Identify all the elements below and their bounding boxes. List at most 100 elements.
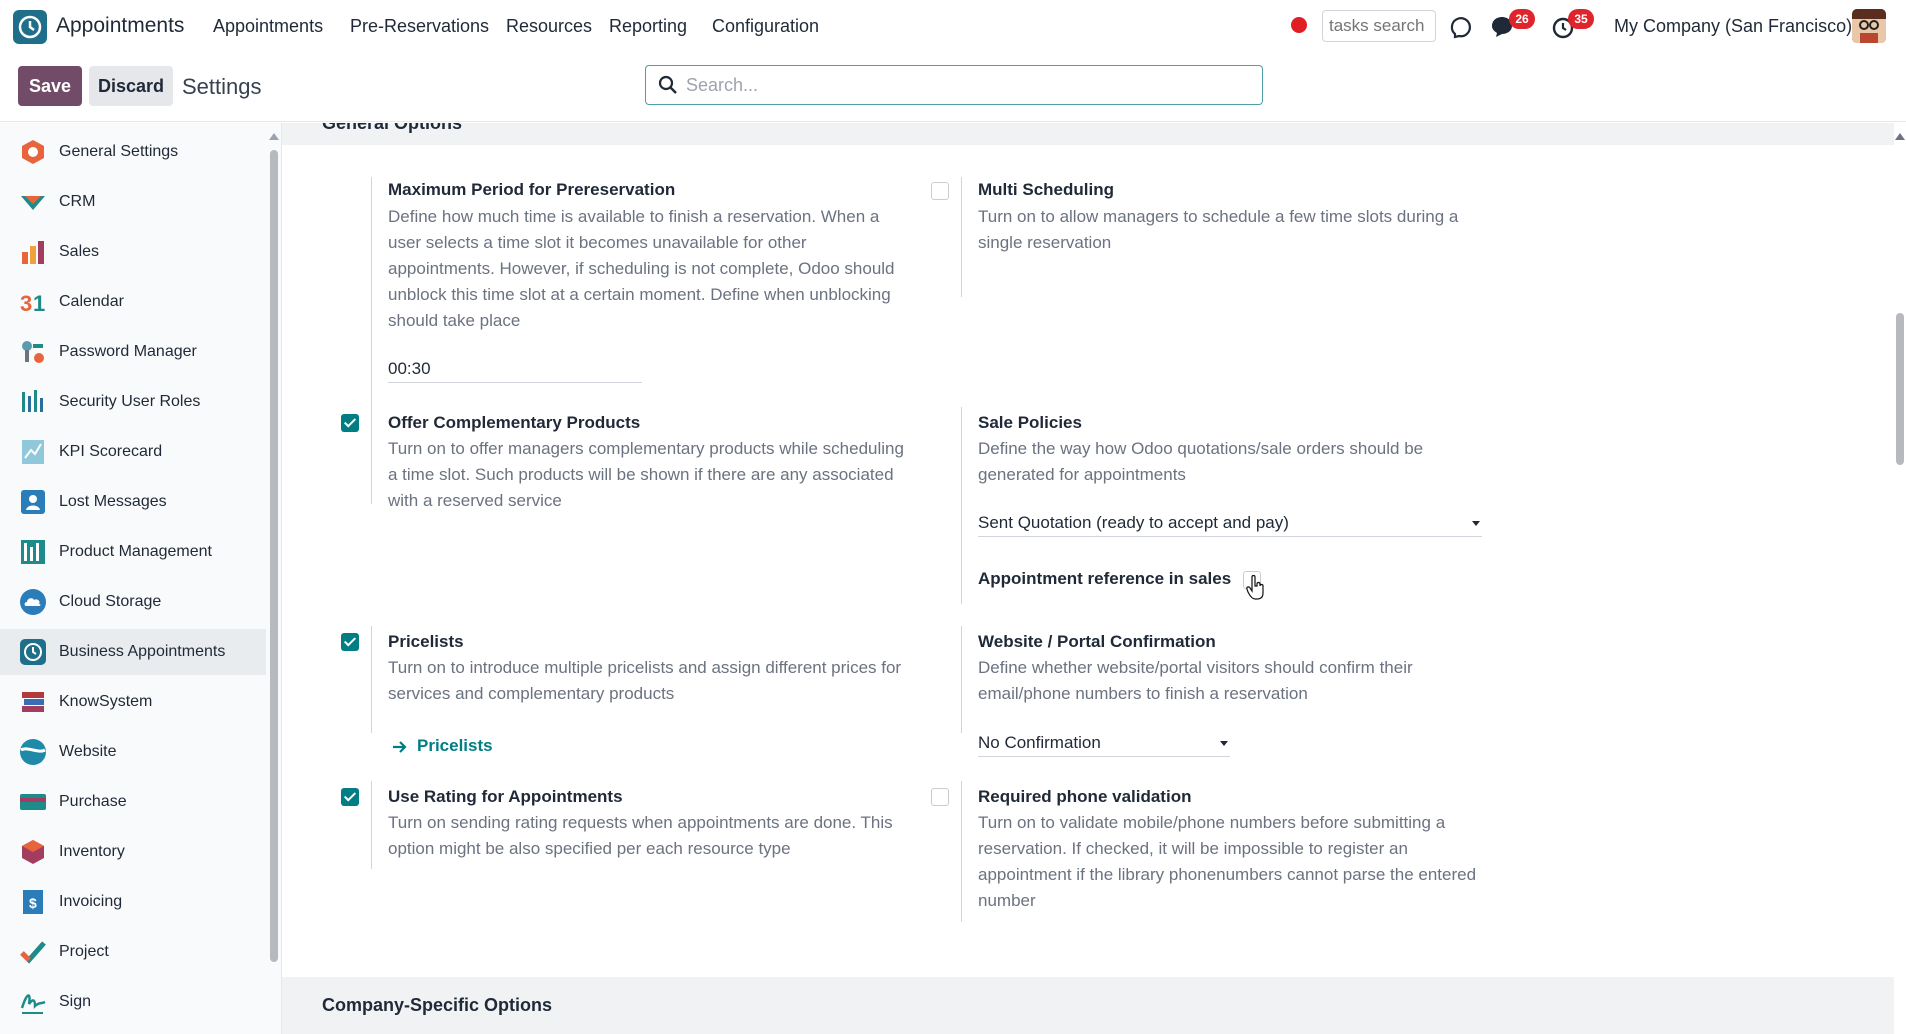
- sidebar-item-purchase[interactable]: Purchase: [0, 779, 266, 825]
- phone-validation-checkbox[interactable]: [931, 788, 949, 806]
- complementary-products-title: Offer Complementary Products: [388, 413, 641, 432]
- discuss-refresh-icon[interactable]: [1450, 14, 1476, 40]
- user-avatar[interactable]: [1852, 9, 1886, 43]
- rating-description: Turn on sending rating requests when app…: [388, 813, 893, 858]
- kpi-scorecard-icon: [22, 440, 44, 464]
- chevron-down-icon[interactable]: [1472, 521, 1480, 526]
- complementary-products-checkbox[interactable]: [341, 414, 359, 432]
- divider: [961, 781, 962, 922]
- sidebar-item-label: Project: [59, 943, 109, 960]
- sidebar-item-password-manager[interactable]: Password Manager: [0, 329, 266, 375]
- divider: [961, 407, 962, 604]
- divider: [371, 626, 372, 733]
- sidebar-item-label: Website: [59, 743, 117, 760]
- sidebar-item-inventory[interactable]: Inventory: [0, 829, 266, 875]
- content-scroll-up-icon[interactable]: [1895, 133, 1905, 140]
- search-icon: [658, 75, 677, 94]
- chevron-down-icon[interactable]: [1220, 741, 1228, 746]
- menu-configuration[interactable]: Configuration: [712, 16, 819, 37]
- sale-policies-description: Define the way how Odoo quotations/sale …: [978, 439, 1424, 484]
- rating-checkbox[interactable]: [341, 788, 359, 806]
- sale-policies-title: Sale Policies: [978, 413, 1082, 432]
- sidebar-item-label: Lost Messages: [59, 493, 167, 510]
- sign-icon: [20, 994, 46, 1014]
- sidebar-item-label: Password Manager: [59, 343, 197, 360]
- sidebar-item-calendar[interactable]: 31 Calendar: [0, 279, 266, 325]
- calendar-icon: 31: [20, 291, 45, 316]
- discard-button[interactable]: Discard: [89, 66, 173, 106]
- lost-messages-icon: [21, 490, 45, 514]
- pricelists-checkbox[interactable]: [341, 633, 359, 651]
- sidebar-item-label: KnowSystem: [59, 693, 153, 710]
- top-navbar: Appointments Appointments Pre-Reservatio…: [0, 0, 1906, 52]
- menu-appointments[interactable]: Appointments: [213, 16, 323, 37]
- purchase-icon: [20, 794, 46, 810]
- activities-badge: 35: [1568, 9, 1594, 29]
- sidebar-item-sales[interactable]: Sales: [0, 229, 266, 275]
- section-company-specific-options: Company-Specific Options: [282, 977, 1894, 1034]
- section-title: Company-Specific Options: [322, 995, 553, 1015]
- max-period-description: Define how much time is available to fin…: [388, 207, 895, 330]
- business-appointments-icon: [20, 639, 46, 665]
- content-scrollbar[interactable]: [1896, 313, 1904, 465]
- crm-icon: [21, 196, 45, 210]
- portal-confirmation-select[interactable]: No Confirmation: [978, 729, 1230, 757]
- breadcrumb-settings: Settings: [182, 74, 262, 99]
- section-general-options: General Options: [282, 123, 1894, 145]
- inventory-icon: [22, 840, 44, 864]
- menu-resources[interactable]: Resources: [506, 16, 592, 37]
- phone-validation-description: Turn on to validate mobile/phone numbers…: [978, 813, 1477, 910]
- save-button[interactable]: Save: [18, 66, 82, 106]
- sidebar-item-security-user-roles[interactable]: Security User Roles: [0, 379, 266, 425]
- app-name[interactable]: Appointments: [56, 14, 184, 38]
- sidebar-item-project[interactable]: Project: [0, 929, 266, 975]
- sidebar-item-crm[interactable]: CRM: [0, 179, 266, 225]
- pricelists-link[interactable]: Pricelists: [417, 736, 493, 756]
- search-bar[interactable]: [645, 65, 1263, 105]
- menu-pre-reservations[interactable]: Pre-Reservations: [350, 16, 489, 37]
- sidebar-item-label: Invoicing: [59, 893, 123, 910]
- appointments-app-icon[interactable]: [13, 10, 47, 44]
- sidebar-scroll-up-icon[interactable]: [269, 133, 279, 140]
- max-period-title: Maximum Period for Prereservation: [388, 180, 676, 199]
- rating-title: Use Rating for Appointments: [388, 787, 623, 806]
- sidebar-item-label: General Settings: [59, 143, 179, 160]
- sidebar-item-invoicing[interactable]: $ Invoicing: [0, 879, 266, 925]
- divider: [371, 781, 372, 869]
- search-input[interactable]: [686, 72, 1246, 98]
- record-indicator-icon[interactable]: [1291, 17, 1307, 33]
- portal-confirmation-description: Define whether website/portal visitors s…: [978, 658, 1413, 703]
- company-switcher[interactable]: My Company (San Francisco): [1614, 16, 1852, 37]
- sidebar-item-label: Business Appointments: [59, 643, 226, 660]
- project-icon: [20, 941, 46, 964]
- sidebar-item-sign[interactable]: Sign: [0, 979, 266, 1025]
- sidebar-item-website[interactable]: Website: [0, 729, 266, 775]
- divider: [961, 177, 962, 297]
- menu-reporting[interactable]: Reporting: [609, 16, 687, 37]
- hand-cursor-icon: [1246, 575, 1264, 600]
- sidebar-item-kpi-scorecard[interactable]: KPI Scorecard: [0, 429, 266, 475]
- sidebar-item-label: Sales: [59, 243, 100, 260]
- phone-validation-title: Required phone validation: [978, 787, 1192, 806]
- sidebar-item-label: Calendar: [59, 293, 124, 310]
- sale-policies-select[interactable]: Sent Quotation (ready to accept and pay): [978, 509, 1482, 537]
- settings-sidebar: General Settings CRM Sales 31 Calendar P…: [0, 123, 282, 1034]
- sidebar-item-lost-messages[interactable]: Lost Messages: [0, 479, 266, 525]
- sidebar-item-label: Inventory: [59, 843, 125, 860]
- sidebar-item-general-settings[interactable]: General Settings: [0, 129, 266, 175]
- arrow-right-icon: [393, 741, 407, 753]
- sidebar-item-label: Cloud Storage: [59, 593, 162, 610]
- sidebar-item-label: Sign: [59, 993, 92, 1010]
- product-management-icon: [21, 540, 45, 564]
- sidebar-item-product-management[interactable]: Product Management: [0, 529, 266, 575]
- sidebar-item-knowsystem[interactable]: KnowSystem: [0, 679, 266, 725]
- multi-scheduling-checkbox[interactable]: [931, 182, 949, 200]
- sidebar-item-label: CRM: [59, 193, 96, 210]
- appointment-reference-label: Appointment reference in sales: [978, 569, 1232, 588]
- sidebar-scrollbar[interactable]: [270, 150, 278, 962]
- sidebar-item-business-appointments[interactable]: Business Appointments: [0, 629, 266, 675]
- tasks-search-input[interactable]: [1322, 10, 1436, 42]
- max-period-input[interactable]: 00:30: [388, 355, 642, 383]
- sidebar-item-cloud-storage[interactable]: Cloud Storage: [0, 579, 266, 625]
- settings-content: General Options Maximum Period for Prere…: [282, 123, 1906, 1034]
